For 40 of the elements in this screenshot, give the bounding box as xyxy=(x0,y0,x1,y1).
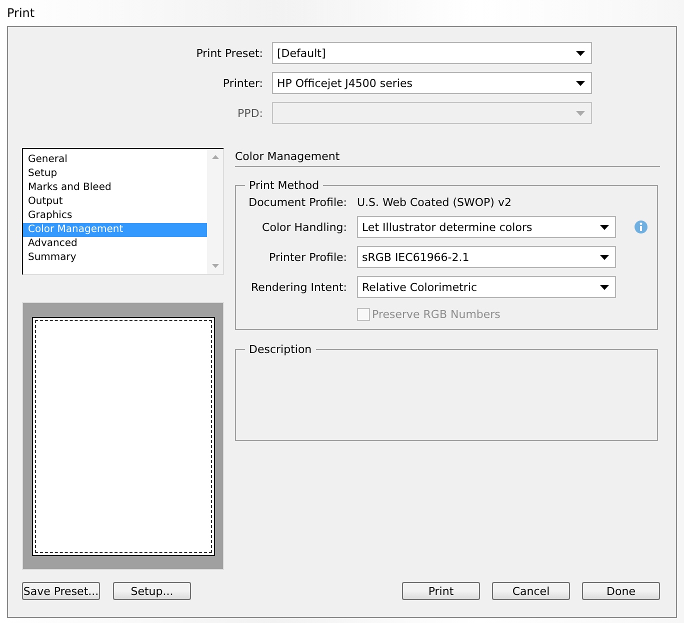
dropdown[interactable]: sRGB IEC61966-2.1 xyxy=(357,246,616,268)
field-label: Rendering Intent: xyxy=(250,280,347,294)
list-item[interactable]: Graphics xyxy=(23,209,207,223)
dropdown[interactable]: [Default] xyxy=(272,42,592,64)
group-title: Description xyxy=(248,343,313,356)
field-label: Printer: xyxy=(222,76,263,90)
checkbox-label: Preserve RGB Numbers xyxy=(372,308,500,321)
list-item[interactable]: Setup xyxy=(23,167,207,181)
window-title: Print xyxy=(7,6,35,20)
list-item[interactable]: General xyxy=(23,153,207,167)
caret-icon xyxy=(576,80,585,86)
scrollbar[interactable] xyxy=(207,149,223,274)
list-item[interactable]: Marks and Bleed xyxy=(23,181,207,195)
list-item[interactable]: Advanced xyxy=(23,237,207,251)
field-label: PPD: xyxy=(236,106,263,120)
caret-icon xyxy=(576,50,585,56)
field-label: Print Preset: xyxy=(195,46,263,60)
field-label: Document Profile: xyxy=(248,196,347,208)
caret-icon xyxy=(600,284,609,290)
section-heading: Color Management xyxy=(235,148,660,167)
caret-icon xyxy=(600,224,609,230)
caret-icon xyxy=(576,110,585,116)
dialog-button[interactable]: Done xyxy=(582,582,660,600)
list-item[interactable]: Output xyxy=(23,195,207,209)
field-label: Color Handling: xyxy=(261,220,347,234)
scroll-up-icon[interactable] xyxy=(212,155,218,159)
dropdown[interactable]: Let Illustrator determine colors xyxy=(357,216,616,238)
dropdown[interactable]: Relative Colorimetric xyxy=(357,276,616,298)
dropdown[interactable]: HP Officejet J4500 series xyxy=(272,72,592,94)
dialog-button[interactable]: Print xyxy=(402,582,480,600)
group-title: Print Method xyxy=(248,179,320,192)
field-label: Printer Profile: xyxy=(268,250,347,264)
field-value: U.S. Web Coated (SWOP) v2 xyxy=(357,196,512,208)
scroll-down-icon[interactable] xyxy=(212,264,218,268)
dialog-button[interactable]: Setup... xyxy=(113,582,191,600)
list-item[interactable]: Summary xyxy=(23,251,207,265)
caret-icon xyxy=(600,254,609,260)
dialog-button[interactable]: Save Preset... xyxy=(22,582,100,600)
dialog-button[interactable]: Cancel xyxy=(492,582,570,600)
info-icon[interactable] xyxy=(634,220,648,234)
